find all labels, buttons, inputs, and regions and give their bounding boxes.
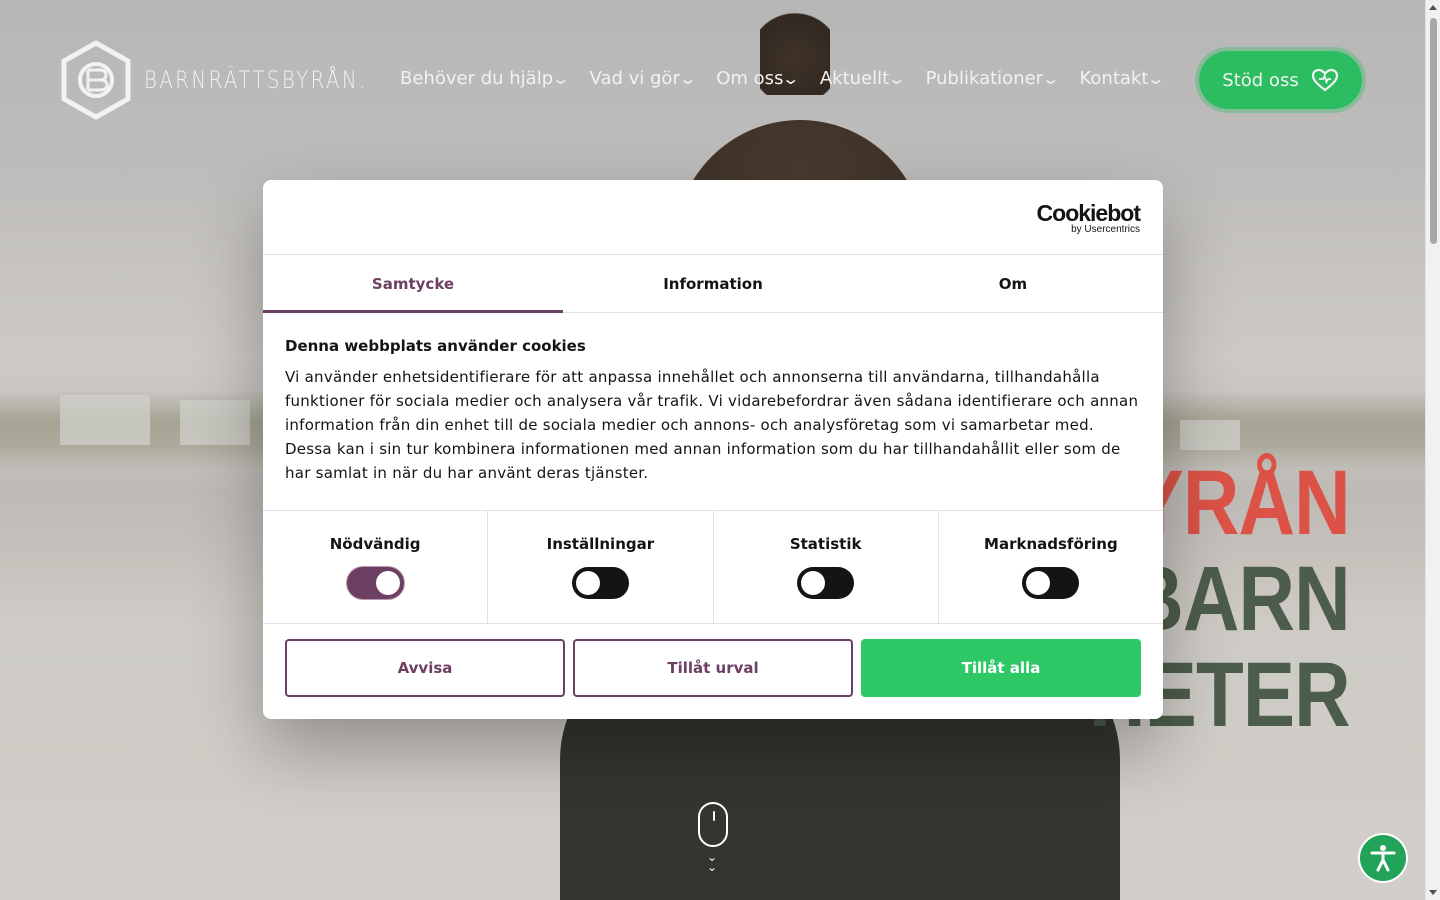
accessibility-button[interactable] xyxy=(1360,835,1406,881)
dialog-body: Denna webbplats använder cookies Vi anvä… xyxy=(263,313,1163,485)
dialog-title: Denna webbplats använder cookies xyxy=(285,337,586,355)
scroll-up-arrow-icon[interactable] xyxy=(1429,5,1437,10)
accessibility-icon xyxy=(1370,845,1396,872)
toggle-marketing[interactable] xyxy=(1022,567,1080,599)
allow-selection-button[interactable]: Tillåt urval xyxy=(573,639,853,697)
toggle-preferences[interactable] xyxy=(571,567,629,599)
category-label: Marknadsföring xyxy=(984,535,1118,553)
tab-about[interactable]: Om xyxy=(863,255,1163,312)
page-scrollbar[interactable] xyxy=(1425,0,1440,900)
category-necessary: Nödvändig xyxy=(263,511,489,623)
cookie-consent-dialog: Cookiebot by Usercentrics Samtycke Infor… xyxy=(263,180,1163,719)
category-label: Inställningar xyxy=(546,535,655,553)
scrollbar-thumb[interactable] xyxy=(1430,18,1437,244)
category-marketing: Marknadsföring xyxy=(939,511,1163,623)
scroll-down-icon: ⌄ ⌄ xyxy=(706,850,718,874)
allow-all-button[interactable]: Tillåt alla xyxy=(861,639,1141,697)
category-preferences: Inställningar xyxy=(488,511,714,623)
cookie-category-toggles: Nödvändig Inställningar Statistik Markna… xyxy=(263,510,1163,624)
dialog-header: Cookiebot by Usercentrics xyxy=(263,180,1163,255)
category-statistics: Statistik xyxy=(714,511,939,623)
mouse-icon[interactable] xyxy=(698,802,728,847)
dialog-actions: Avvisa Tillåt urval Tillåt alla xyxy=(285,639,1141,697)
dialog-tabs: Samtycke Information Om xyxy=(263,255,1163,313)
cookiebot-logo[interactable]: Cookiebot by Usercentrics xyxy=(1037,202,1141,235)
category-label: Nödvändig xyxy=(329,535,421,553)
toggle-statistics[interactable] xyxy=(797,567,855,599)
toggle-necessary[interactable] xyxy=(346,567,404,599)
tab-consent[interactable]: Samtycke xyxy=(263,255,563,313)
dialog-description: Vi använder enhetsidentifierare för att … xyxy=(285,368,1139,482)
scroll-down-arrow-icon[interactable] xyxy=(1429,890,1437,895)
category-label: Statistik xyxy=(789,535,862,553)
tab-information[interactable]: Information xyxy=(563,255,863,312)
reject-button[interactable]: Avvisa xyxy=(285,639,565,697)
